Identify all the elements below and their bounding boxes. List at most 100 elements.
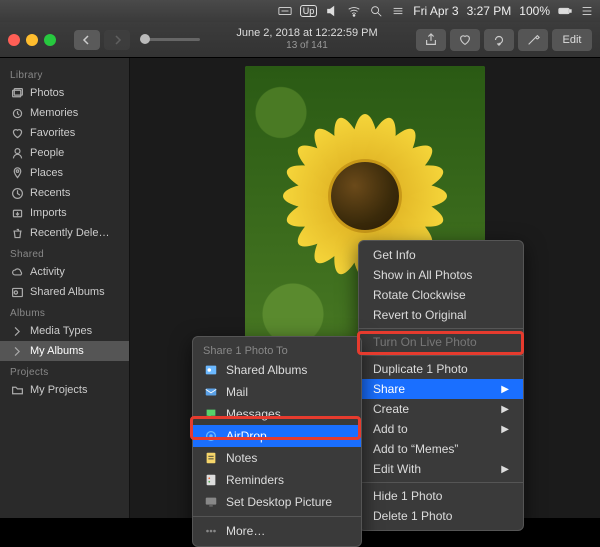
shared-album-icon xyxy=(203,362,219,378)
share-menu-item[interactable]: More… xyxy=(193,520,361,542)
context-menu-label: Duplicate 1 Photo xyxy=(373,362,468,376)
chevron-icon xyxy=(10,344,24,358)
share-item-label: Notes xyxy=(226,451,257,465)
sidebar-header-library: Library xyxy=(0,64,129,83)
sidebar-item[interactable]: Places xyxy=(0,163,129,183)
sidebar-header-shared: Shared xyxy=(0,243,129,262)
context-menu-label: Get Info xyxy=(373,248,416,262)
sidebar-item[interactable]: Activity xyxy=(0,262,129,282)
share-header: Share 1 Photo To xyxy=(193,341,361,359)
desktop-icon xyxy=(203,494,219,510)
person-icon xyxy=(10,146,24,160)
context-menu-label: Create xyxy=(373,402,409,416)
window-toolbar: June 2, 2018 at 12:22:59 PM 13 of 141 Ed… xyxy=(0,22,600,58)
clock-icon xyxy=(10,186,24,200)
wifi-icon xyxy=(347,4,361,18)
rotate-button[interactable] xyxy=(484,29,514,51)
context-menu[interactable]: Get Info Show in All Photos Rotate Clockwi… xyxy=(358,240,524,531)
favorite-button[interactable] xyxy=(450,29,480,51)
zoom-slider[interactable] xyxy=(140,38,200,41)
share-menu-item[interactable]: AirDrop xyxy=(193,425,361,447)
sidebar-item-label: Memories xyxy=(30,107,78,119)
share-menu-item[interactable]: Shared Albums xyxy=(193,359,361,381)
submenu-arrow-icon: ▶ xyxy=(501,384,509,395)
context-menu-item[interactable]: Hide 1 Photo xyxy=(359,486,523,506)
context-menu-item[interactable]: Create ▶ xyxy=(359,399,523,419)
share-menu-item[interactable]: Notes xyxy=(193,447,361,469)
menubar-time[interactable]: 3:27 PM xyxy=(467,4,512,18)
share-item-label: Mail xyxy=(226,385,248,399)
sidebar-item-label: Imports xyxy=(30,207,67,219)
context-menu-label: Revert to Original xyxy=(373,308,466,322)
sidebar-item[interactable]: Photos xyxy=(0,83,129,103)
context-menu-item[interactable]: Revert to Original xyxy=(359,305,523,325)
sidebar-item[interactable]: Recently Dele… xyxy=(0,223,129,243)
context-menu-item[interactable]: Duplicate 1 Photo xyxy=(359,359,523,379)
context-menu-item[interactable]: Add to ▶ xyxy=(359,419,523,439)
battery-icon xyxy=(558,4,572,18)
sidebar-item[interactable]: Memories xyxy=(0,103,129,123)
share-item-label: Shared Albums xyxy=(226,363,307,377)
sidebar-item[interactable]: Recents xyxy=(0,183,129,203)
auto-enhance-button[interactable] xyxy=(518,29,548,51)
sidebar-header-projects: Projects xyxy=(0,361,129,380)
sidebar-item-label: Activity xyxy=(30,266,65,278)
sidebar: Library Photos Memories Favorites People Pla… xyxy=(0,58,130,518)
trash-icon xyxy=(10,226,24,240)
context-menu-label: Delete 1 Photo xyxy=(373,509,452,523)
battery-percent: 100% xyxy=(519,4,550,18)
sidebar-item-label: Shared Albums xyxy=(30,286,105,298)
search-icon[interactable] xyxy=(369,4,383,18)
sidebar-item-label: Places xyxy=(30,167,63,179)
context-menu-label: Share xyxy=(373,382,405,396)
sidebar-item[interactable]: People xyxy=(0,143,129,163)
context-menu-item[interactable]: Get Info xyxy=(359,245,523,265)
close-icon[interactable] xyxy=(8,34,20,46)
sidebar-item-label: My Albums xyxy=(30,345,84,357)
sidebar-item-label: Recents xyxy=(30,187,70,199)
macos-menubar: Up Fri Apr 3 3:27 PM 100% xyxy=(0,0,600,22)
back-button[interactable] xyxy=(74,30,100,50)
context-menu-item[interactable]: Share ▶ xyxy=(359,379,523,399)
chevron-icon xyxy=(10,324,24,338)
menubar-date[interactable]: Fri Apr 3 xyxy=(413,4,458,18)
share-menu-item[interactable]: Reminders xyxy=(193,469,361,491)
context-menu-item[interactable]: Show in All Photos xyxy=(359,265,523,285)
share-submenu[interactable]: Share 1 Photo To Shared Albums Mail Message… xyxy=(192,336,362,547)
notifications-icon[interactable] xyxy=(580,4,594,18)
sidebar-item[interactable]: My Albums xyxy=(0,341,129,361)
minimize-icon[interactable] xyxy=(26,34,38,46)
context-menu-item[interactable]: Rotate Clockwise xyxy=(359,285,523,305)
context-menu-item: Turn On Live Photo xyxy=(359,332,523,352)
sidebar-item[interactable]: Media Types xyxy=(0,321,129,341)
volume-icon xyxy=(325,4,339,18)
context-menu-item[interactable]: Edit With▶ xyxy=(359,459,523,479)
control-center-icon[interactable] xyxy=(391,4,405,18)
context-menu-label: Rotate Clockwise xyxy=(373,288,466,302)
sidebar-item[interactable]: Imports xyxy=(0,203,129,223)
notes-icon xyxy=(203,450,219,466)
context-menu-label: Add to xyxy=(373,422,408,436)
share-menu-item[interactable]: Mail xyxy=(193,381,361,403)
context-menu-label: Show in All Photos xyxy=(373,268,472,282)
sidebar-item[interactable]: My Projects xyxy=(0,380,129,400)
context-menu-item[interactable]: Delete 1 Photo xyxy=(359,506,523,526)
photo-stack-icon xyxy=(10,86,24,100)
sidebar-item[interactable]: Favorites xyxy=(0,123,129,143)
share-button[interactable] xyxy=(416,29,446,51)
share-menu-item[interactable]: Set Desktop Picture xyxy=(193,491,361,513)
zoom-icon[interactable] xyxy=(44,34,56,46)
edit-button[interactable]: Edit xyxy=(552,29,592,51)
sidebar-item-label: People xyxy=(30,147,64,159)
sidebar-item-label: Recently Dele… xyxy=(30,227,109,239)
context-menu-label: Turn On Live Photo xyxy=(373,335,477,349)
messages-icon xyxy=(203,406,219,422)
context-menu-item[interactable]: Add to “Memes” xyxy=(359,439,523,459)
shared-album-icon xyxy=(10,285,24,299)
share-item-label: Messages xyxy=(226,407,281,421)
sidebar-item[interactable]: Shared Albums xyxy=(0,282,129,302)
submenu-arrow-icon: ▶ xyxy=(501,404,509,415)
share-menu-item[interactable]: Messages xyxy=(193,403,361,425)
sidebar-item-label: Photos xyxy=(30,87,64,99)
submenu-arrow-icon: ▶ xyxy=(501,424,509,435)
